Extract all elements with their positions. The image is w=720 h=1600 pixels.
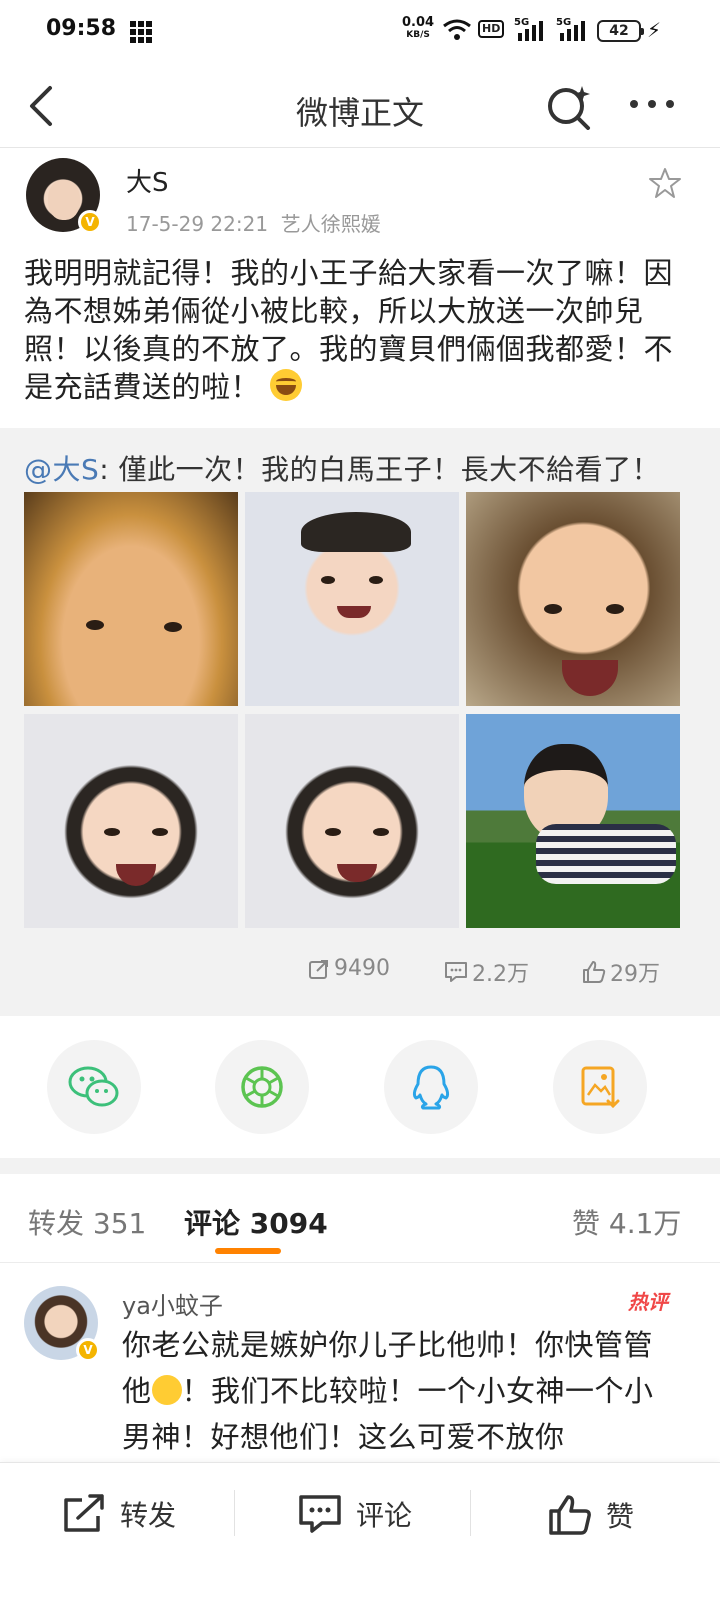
photo-2[interactable] — [245, 492, 459, 706]
moments-icon — [241, 1066, 283, 1108]
wechat-icon — [68, 1066, 119, 1107]
svg-text:5G: 5G — [514, 17, 529, 28]
network-speed: 0.04 KB/S — [402, 15, 435, 40]
more-options-icon[interactable] — [630, 100, 674, 110]
photo-5[interactable] — [245, 714, 459, 928]
qq-icon — [412, 1065, 450, 1110]
author-title: 艺人徐熙媛 — [280, 212, 381, 236]
photo-6[interactable] — [466, 714, 680, 928]
favorite-star-icon[interactable] — [648, 166, 682, 200]
author-avatar[interactable]: V — [26, 158, 102, 234]
photo-1[interactable] — [24, 492, 238, 706]
save-image-button[interactable] — [553, 1040, 647, 1134]
app-grid-icon — [130, 21, 152, 43]
post-text: 我明明就記得！我的小王子給大家看一次了嘛！因為不想姊弟倆從小被比較，所以大放送一… — [24, 256, 674, 404]
bottom-separator — [234, 1490, 235, 1536]
commenter-avatar[interactable]: V — [24, 1286, 100, 1362]
author-name[interactable]: 大S — [126, 162, 169, 199]
tabs-divider — [0, 1262, 720, 1263]
verified-badge-icon: V — [76, 1338, 100, 1362]
comment-icon — [445, 962, 467, 982]
clock: 09:58 — [46, 16, 117, 41]
save-image-icon — [581, 1066, 620, 1109]
active-tab-indicator — [215, 1248, 281, 1254]
page-title: 微博正文 — [295, 94, 424, 132]
bottom-separator — [470, 1490, 471, 1536]
search-icon[interactable] — [546, 84, 592, 130]
photo-4[interactable] — [24, 714, 238, 928]
repost-body: : 僅此一次！我的白馬王子！長大不給看了！ — [99, 453, 661, 486]
hd-voice-icon: HD — [478, 20, 505, 38]
thumbs-up-icon — [583, 961, 606, 983]
share-wechat-button[interactable] — [47, 1040, 141, 1134]
comment-text: 你老公就是嫉妒你儿子比他帅！你快管管他 ！我们不比较啦！一个小女神一个小男神！好想… — [122, 1328, 654, 1454]
thumbs-up-icon — [549, 1495, 591, 1535]
status-bar: 09:58 0.04 KB/S HD 5G 5G 42 ⚡ — [0, 0, 720, 66]
post-timestamp: 17-5-29 22:21 — [126, 212, 269, 236]
comment-count[interactable]: 2.2万 — [444, 956, 529, 988]
tab-comments[interactable]: 评论 3094 — [184, 1202, 328, 1242]
comment-icon — [299, 1495, 341, 1533]
signal-icon: 5G — [514, 17, 543, 41]
repost-icon — [64, 1494, 104, 1532]
share-qq-button[interactable] — [384, 1040, 478, 1134]
svg-text:5G: 5G — [556, 17, 571, 28]
commenter-name[interactable]: ya小蚊子 — [122, 1286, 223, 1321]
post-meta: 17-5-29 22:21 艺人徐熙媛 — [126, 208, 381, 237]
share-moments-button[interactable] — [215, 1040, 309, 1134]
section-divider — [0, 1158, 720, 1174]
like-count[interactable]: 29万 — [582, 956, 660, 988]
photo-3[interactable] — [466, 492, 680, 706]
mention-link[interactable]: @大S — [24, 453, 99, 486]
repost-count[interactable]: 9490 — [308, 956, 390, 981]
battery-icon: 42 — [597, 20, 644, 42]
comment-button[interactable]: 评论 — [298, 1494, 412, 1534]
repost-text: @大S: 僅此一次！我的白馬王子！長大不給看了！ — [24, 448, 704, 488]
charging-icon: ⚡ — [647, 18, 662, 42]
repost-icon — [309, 959, 328, 979]
hot-comment-badge: 热评 — [628, 1290, 668, 1314]
top-nav-bar: 微博正文 — [0, 66, 720, 148]
repost-button[interactable]: 转发 — [62, 1494, 176, 1534]
tab-reposts[interactable]: 转发 351 — [28, 1202, 146, 1242]
verified-badge-icon: V — [78, 210, 102, 234]
like-button[interactable]: 赞 — [548, 1494, 634, 1536]
smug-emoji-icon — [151, 1375, 182, 1405]
wifi-icon — [443, 19, 471, 40]
tab-likes[interactable]: 赞 4.1万 — [572, 1202, 681, 1242]
laughing-tears-emoji-icon — [269, 369, 302, 401]
weibo-post-screen: { "status_bar": { "time": "09:58", "net_… — [0, 0, 720, 1600]
post-body: 我明明就記得！我的小王子給大家看一次了嘛！因為不想姊弟倆從小被比較，所以大放送一… — [24, 254, 696, 406]
signal-icon-2: 5G — [556, 17, 585, 41]
